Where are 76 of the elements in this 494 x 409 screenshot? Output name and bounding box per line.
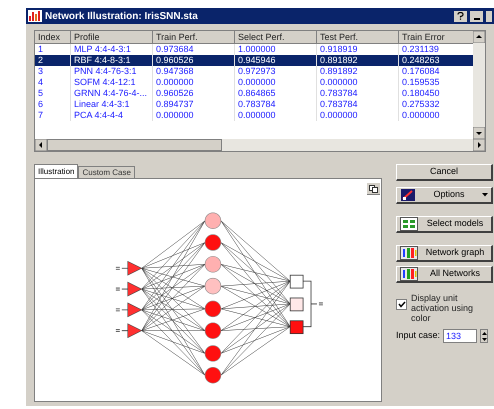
toolbar-button[interactable]: Select models — [396, 216, 493, 233]
column-header[interactable]: Train Perf. — [153, 31, 235, 44]
app-icon — [28, 10, 42, 22]
table-cell: 0.960526 — [153, 55, 235, 66]
column-header[interactable]: Test Perf. — [317, 31, 399, 44]
cancel-button[interactable]: Cancel — [396, 164, 493, 181]
output-bracket — [302, 280, 324, 328]
checkbox-label: Display unit activation using color — [411, 293, 474, 323]
spin-down-icon[interactable] — [482, 338, 487, 340]
scroll-down-icon[interactable] — [473, 127, 485, 139]
table-cell: 0.891892 — [317, 55, 399, 66]
toolbar-button[interactable]: Network graph — [396, 245, 493, 262]
input-case-field[interactable]: 133 — [443, 329, 478, 343]
toolbar-button[interactable]: All Networks — [396, 266, 493, 283]
table-cell: SOFM 4:4-12:1 — [71, 77, 153, 88]
network-grid-icon — [400, 246, 418, 260]
tab[interactable]: Illustration — [34, 164, 78, 178]
caret-icon — [482, 193, 488, 197]
table-cell: 5 — [35, 88, 71, 99]
table-cell: 2 — [35, 55, 71, 66]
table-cell: 0.783784 — [317, 99, 399, 110]
table-cell: 0.000000 — [235, 110, 317, 121]
display-colors-checkbox[interactable] — [396, 299, 407, 310]
table-cell: 0.000000 — [153, 110, 235, 121]
table-cell: PCA 4:4-4-4 — [71, 110, 153, 121]
table-cell: 0.000000 — [317, 110, 399, 121]
minimize-button[interactable] — [470, 10, 483, 22]
close-button[interactable] — [486, 10, 492, 22]
vertical-scrollbar[interactable] — [473, 31, 485, 139]
table-cell: 0.864865 — [235, 88, 317, 99]
help-icon — [457, 12, 464, 20]
table-cell: 0.000000 — [317, 77, 399, 88]
window-title: Network Illustration: IrisSNN.sta — [45, 10, 199, 24]
input-arrow-icon — [115, 329, 128, 332]
table-cell: GRNN 4:4-76-4-... — [71, 88, 153, 99]
table-cell: 0.894737 — [153, 99, 235, 110]
table-cell: 3 — [35, 66, 71, 77]
chart-pen-icon — [400, 188, 416, 202]
table-cell: 0.891892 — [317, 66, 399, 77]
table-cell: RBF 4:4-8-3:1 — [71, 55, 153, 66]
tab[interactable]: Custom Case — [78, 166, 135, 178]
minimize-icon — [474, 18, 480, 20]
table-cell: 0.000000 — [153, 77, 235, 88]
column-header[interactable]: Index — [35, 31, 71, 44]
table-cell: 0.783784 — [317, 88, 399, 99]
scroll-up-icon[interactable] — [473, 31, 485, 43]
column-header[interactable]: Profile — [71, 31, 153, 44]
check-icon — [398, 301, 406, 308]
input-arrow-icon — [115, 288, 128, 290]
table-cell: 0.000000 — [235, 77, 317, 88]
spin-up-icon[interactable] — [482, 332, 487, 334]
help-button[interactable] — [454, 10, 467, 22]
scroll-left-icon[interactable] — [35, 139, 47, 151]
models-icon — [400, 217, 418, 231]
table-cell: 6 — [35, 99, 71, 110]
options-dropdown-button[interactable]: Options — [396, 187, 493, 204]
input-arrow-icon — [115, 266, 128, 270]
table-cell: 0.945946 — [235, 55, 317, 66]
table-cell: 0.947368 — [153, 66, 235, 77]
table-cell: 7 — [35, 110, 71, 121]
spin-button[interactable] — [480, 329, 488, 343]
copy-button[interactable] — [367, 183, 380, 195]
copy-icon — [369, 184, 378, 192]
table-cell: 4 — [35, 77, 71, 88]
table-cell: 0.972973 — [235, 66, 317, 77]
column-header[interactable]: Select Perf. — [235, 31, 317, 44]
input-arrow-icon — [115, 308, 128, 312]
table-cell: 0.783784 — [235, 99, 317, 110]
table-row[interactable]: 2 RBF 4:4-8-3:1 0.960526 0.945946 0.891892 0.248263 — [35, 55, 473, 66]
horizontal-scrollbar[interactable] — [35, 139, 485, 151]
network-grid-icon — [400, 267, 418, 281]
table-cell: 0.960526 — [153, 88, 235, 99]
table-cell: Linear 4:4-3:1 — [71, 99, 153, 110]
input-case-label: Input case: — [396, 329, 440, 342]
scroll-right-icon[interactable] — [473, 139, 485, 151]
table-cell: PNN 4:4-76-3:1 — [71, 66, 153, 77]
